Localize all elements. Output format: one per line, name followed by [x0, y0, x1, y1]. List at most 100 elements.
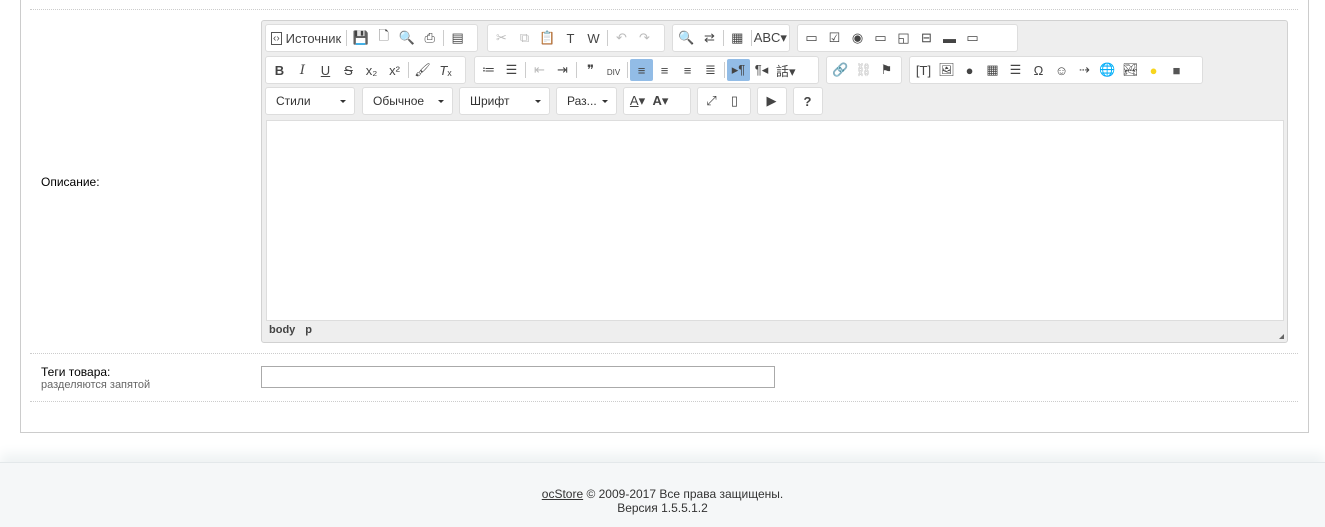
tags-input[interactable] [261, 366, 775, 388]
bulleted-list-button[interactable]: ☰ [500, 59, 523, 81]
align-left-button[interactable]: ≡ [630, 59, 653, 81]
flash-button[interactable]: ● [958, 59, 981, 81]
table-button[interactable]: ▦ [981, 59, 1004, 81]
text-field-button[interactable]: ▭ [869, 27, 892, 49]
print-button[interactable]: ⎙ [418, 27, 441, 49]
video-button[interactable]: ■ [1165, 59, 1188, 81]
rtl-button[interactable]: ¶◂ [750, 59, 773, 81]
text-color-button[interactable]: A▾ [626, 90, 649, 112]
horizontal-rule-button[interactable]: ☰ [1004, 59, 1027, 81]
tags-hint: разделяются запятой [41, 379, 151, 391]
text-field-icon: ▭ [874, 30, 887, 45]
form-button[interactable]: ▭ [800, 27, 823, 49]
resize-handle[interactable] [1279, 334, 1284, 339]
ltr-button[interactable]: ▸¶ [727, 59, 750, 81]
undo-icon: ↶ [616, 30, 627, 45]
editor-content-area[interactable] [266, 120, 1284, 321]
checkbox-button[interactable]: ☑ [823, 27, 846, 49]
footer: ocStore © 2009-2017 Все права защищены. … [0, 462, 1325, 527]
underline-button[interactable]: U [314, 59, 337, 81]
find-button[interactable]: 🔍 [675, 27, 698, 49]
save-button[interactable]: 💾 [349, 27, 372, 49]
blockquote-button[interactable]: ❞ [579, 59, 602, 81]
link-button[interactable]: 🔗 [829, 59, 852, 81]
combo-3[interactable]: Раз... [556, 87, 617, 115]
outdent-button[interactable]: ⇤ [528, 59, 551, 81]
preview-button[interactable]: 🔍 [395, 27, 418, 49]
divider [30, 401, 1298, 402]
flash-icon: ● [965, 62, 974, 78]
align-center-button[interactable]: ≡ [653, 59, 676, 81]
bold-button[interactable]: B [268, 59, 291, 81]
align-right-button[interactable]: ≡ [676, 59, 699, 81]
combo-1[interactable]: Обычное [362, 87, 453, 115]
radio-button[interactable]: ◉ [846, 27, 869, 49]
path-body[interactable]: body [269, 324, 295, 336]
language-icon: 話▾ [776, 63, 796, 79]
ocstore-link[interactable]: ocStore [542, 487, 583, 501]
align-justify-button[interactable]: ≣ [699, 59, 722, 81]
paste-button[interactable]: 📋 [536, 27, 559, 49]
language-button[interactable]: 話▾ [773, 59, 799, 81]
paste-word-button[interactable]: W [582, 27, 605, 49]
help-button[interactable]: ? [796, 90, 819, 112]
show-blocks-button[interactable]: ▯ [723, 90, 746, 112]
play-preview-button[interactable]: ▶ [760, 90, 783, 112]
create-div-button[interactable]: DIV [602, 59, 625, 81]
image-button[interactable]: 🖼 [935, 59, 958, 81]
redo-button[interactable]: ↷ [633, 27, 656, 49]
undo-button[interactable]: ↶ [610, 27, 633, 49]
unlink-button[interactable]: ⛓ [852, 59, 875, 81]
toolbar-group: ? [793, 87, 823, 115]
indent-button[interactable]: ⇥ [551, 59, 574, 81]
yellow-circle-icon: ● [1149, 62, 1158, 78]
select-button[interactable]: ⊟ [915, 27, 938, 49]
remove-format-button[interactable]: Tₓ [434, 59, 457, 81]
select-all-button[interactable]: ▦ [726, 27, 749, 49]
replace-icon: ⇄ [704, 30, 715, 45]
image-button-button[interactable]: ▭ [961, 27, 984, 49]
separator [443, 30, 445, 46]
image-icon: 🖼 [938, 62, 955, 77]
maximize-button[interactable]: ⤢ [700, 90, 723, 112]
special-char-button[interactable]: Ω [1027, 59, 1050, 81]
image-gallery-button[interactable]: 🏞 [1119, 59, 1142, 81]
separator [607, 30, 608, 46]
combo-0[interactable]: Стили [265, 87, 355, 115]
combo-2[interactable]: Шрифт [459, 87, 550, 115]
combo-label: Стили [276, 94, 311, 108]
copy-button[interactable]: ⧉ [513, 27, 536, 49]
spellcheck-button[interactable]: ABC▾ [754, 27, 787, 49]
strike-button[interactable]: S [337, 59, 360, 81]
anchor-button[interactable]: ⚑ [875, 59, 898, 81]
replace-button[interactable]: ⇄ [698, 27, 721, 49]
spellcheck-icon: ABC▾ [753, 30, 787, 45]
numbered-list-button[interactable]: ≔ [477, 59, 500, 81]
page-break-button[interactable]: ⇢ [1073, 59, 1096, 81]
new-page-button[interactable]: 🗋 [372, 27, 395, 49]
special-char-icon: Ω [1033, 62, 1044, 78]
bg-color-button[interactable]: A▾ [649, 90, 672, 112]
iframe-button[interactable]: 🌐 [1096, 59, 1119, 81]
path-p[interactable]: p [305, 324, 312, 336]
paste-text-button[interactable]: T [559, 27, 582, 49]
bold-icon: B [274, 62, 285, 78]
superscript-button[interactable]: x² [383, 59, 406, 81]
yellow-circle-button[interactable]: ● [1142, 59, 1165, 81]
new-page-icon: 🗋 [378, 28, 389, 43]
button-button[interactable]: ▬ [938, 27, 961, 49]
cut-button[interactable]: ✂ [490, 27, 513, 49]
textarea-button[interactable]: ◱ [892, 27, 915, 49]
text-box-button[interactable]: [T] [912, 59, 935, 81]
help-icon: ? [803, 93, 812, 109]
subscript-button[interactable]: x₂ [360, 59, 383, 81]
italic-button[interactable]: I [291, 59, 314, 81]
redo-icon: ↷ [639, 30, 650, 45]
paste-text-icon: T [566, 30, 575, 46]
smiley-button[interactable]: ☺ [1050, 59, 1073, 81]
source-button[interactable]: ‹› Источник [268, 27, 344, 49]
toolbar-group: [T] 🖼 ● ▦ ☰ Ω ☺ ⇢ 🌐 🏞 ● ■ [909, 56, 1203, 84]
copy-format-button[interactable]: 🖌 [411, 59, 434, 81]
paste-icon: 📋 [539, 30, 556, 45]
templates-button[interactable]: ▤ [446, 27, 469, 49]
